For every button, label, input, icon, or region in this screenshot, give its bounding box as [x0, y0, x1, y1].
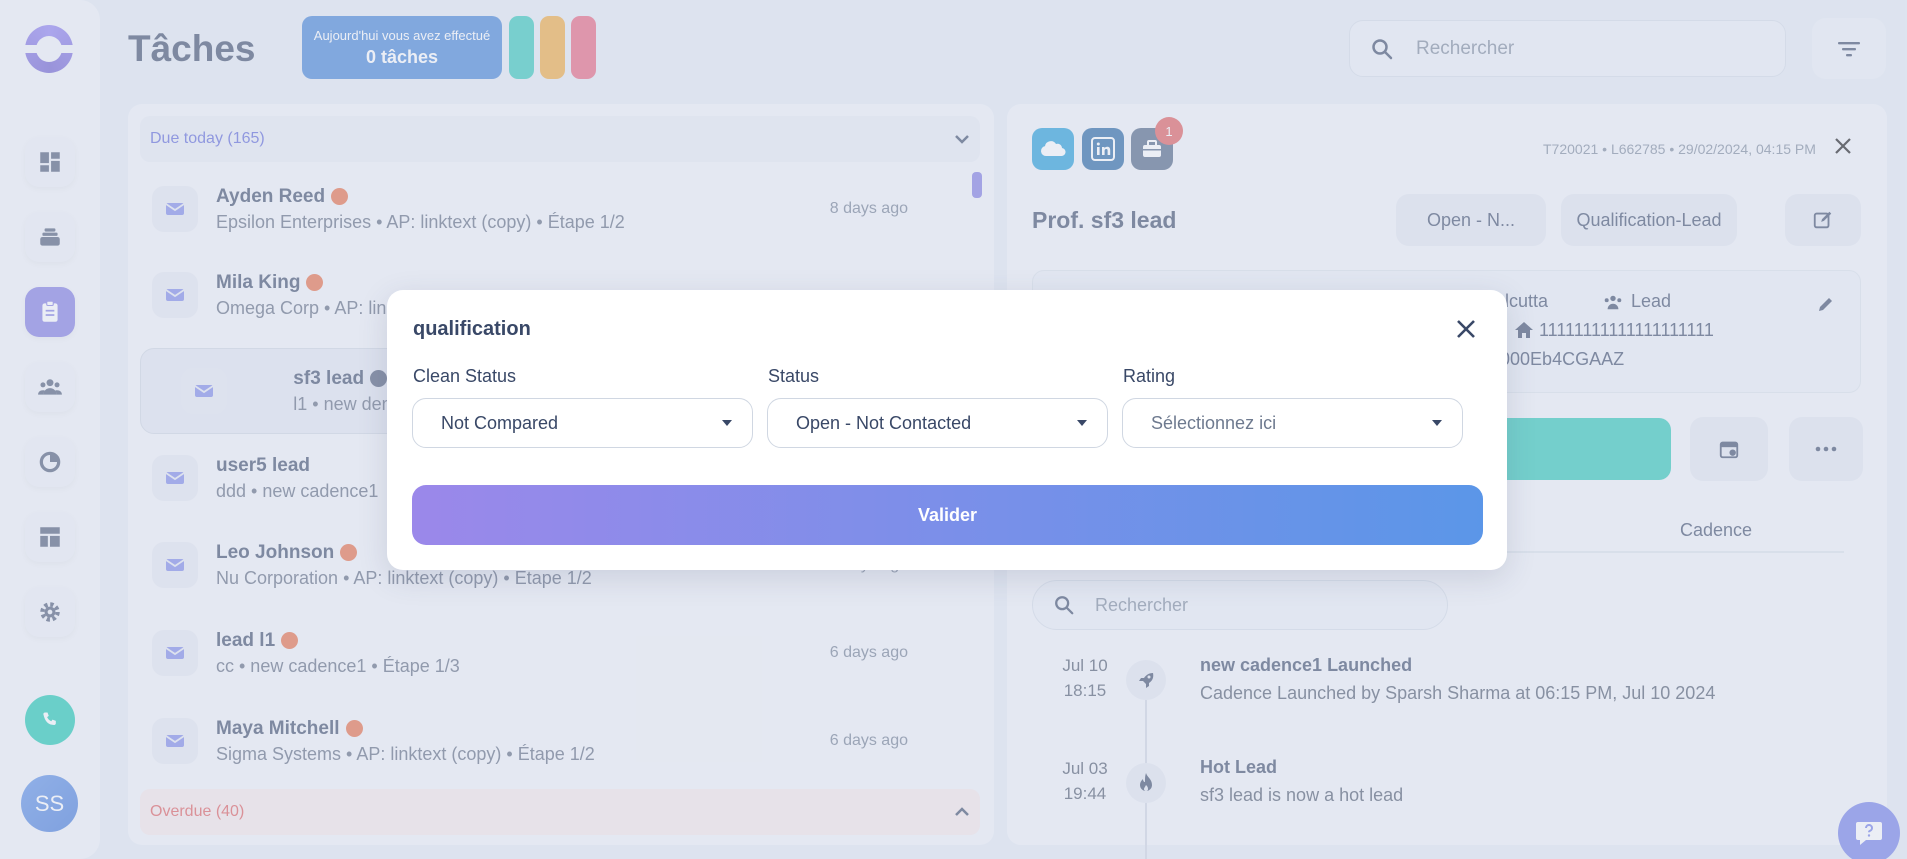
close-icon[interactable] [1455, 318, 1477, 340]
qualification-modal: qualification Clean Status Not Compared … [387, 290, 1507, 570]
clean-status-select[interactable]: Not Compared [412, 398, 753, 448]
status-select[interactable]: Open - Not Contacted [767, 398, 1108, 448]
dropdown-caret-icon [722, 420, 732, 426]
clean-status-value: Not Compared [441, 412, 559, 433]
status-label: Status [768, 366, 820, 386]
rating-placeholder: Sélectionnez ici [1151, 412, 1277, 433]
validate-button[interactable]: Valider [412, 485, 1483, 545]
dropdown-caret-icon [1077, 420, 1087, 426]
modal-title: qualification [413, 318, 531, 340]
status-value: Open - Not Contacted [796, 412, 972, 433]
rating-select[interactable]: Sélectionnez ici [1122, 398, 1463, 448]
clean-status-label: Clean Status [413, 366, 517, 386]
rating-label: Rating [1123, 366, 1176, 386]
dropdown-caret-icon [1432, 420, 1442, 426]
